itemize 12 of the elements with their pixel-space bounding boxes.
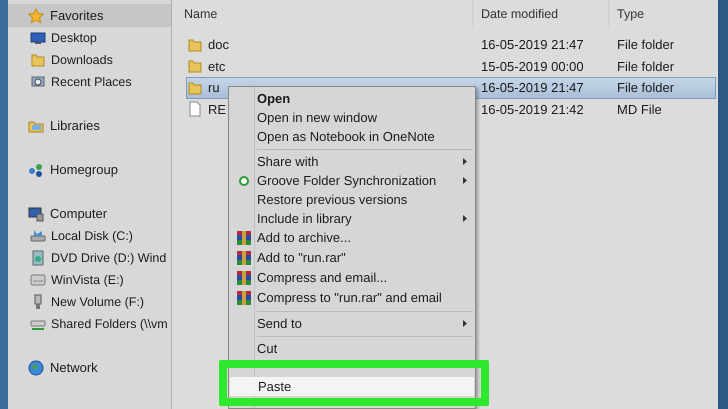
file-name: ru xyxy=(208,79,220,97)
file-name: RE xyxy=(208,100,226,118)
file-type: MD File xyxy=(617,102,662,116)
file-name: doc xyxy=(208,36,229,54)
date-modified: 16-05-2019 21:42 xyxy=(481,102,584,116)
file-type: File folder xyxy=(617,58,674,74)
date-modified: 16-05-2019 21:47 xyxy=(481,80,584,95)
date-modified: 15-05-2019 00:00 xyxy=(481,58,584,74)
date-modified: 16-05-2019 21:47 xyxy=(481,37,584,52)
file-type: File folder xyxy=(617,37,674,52)
file-name: etc xyxy=(208,58,226,76)
file-type: File folder xyxy=(617,80,674,95)
